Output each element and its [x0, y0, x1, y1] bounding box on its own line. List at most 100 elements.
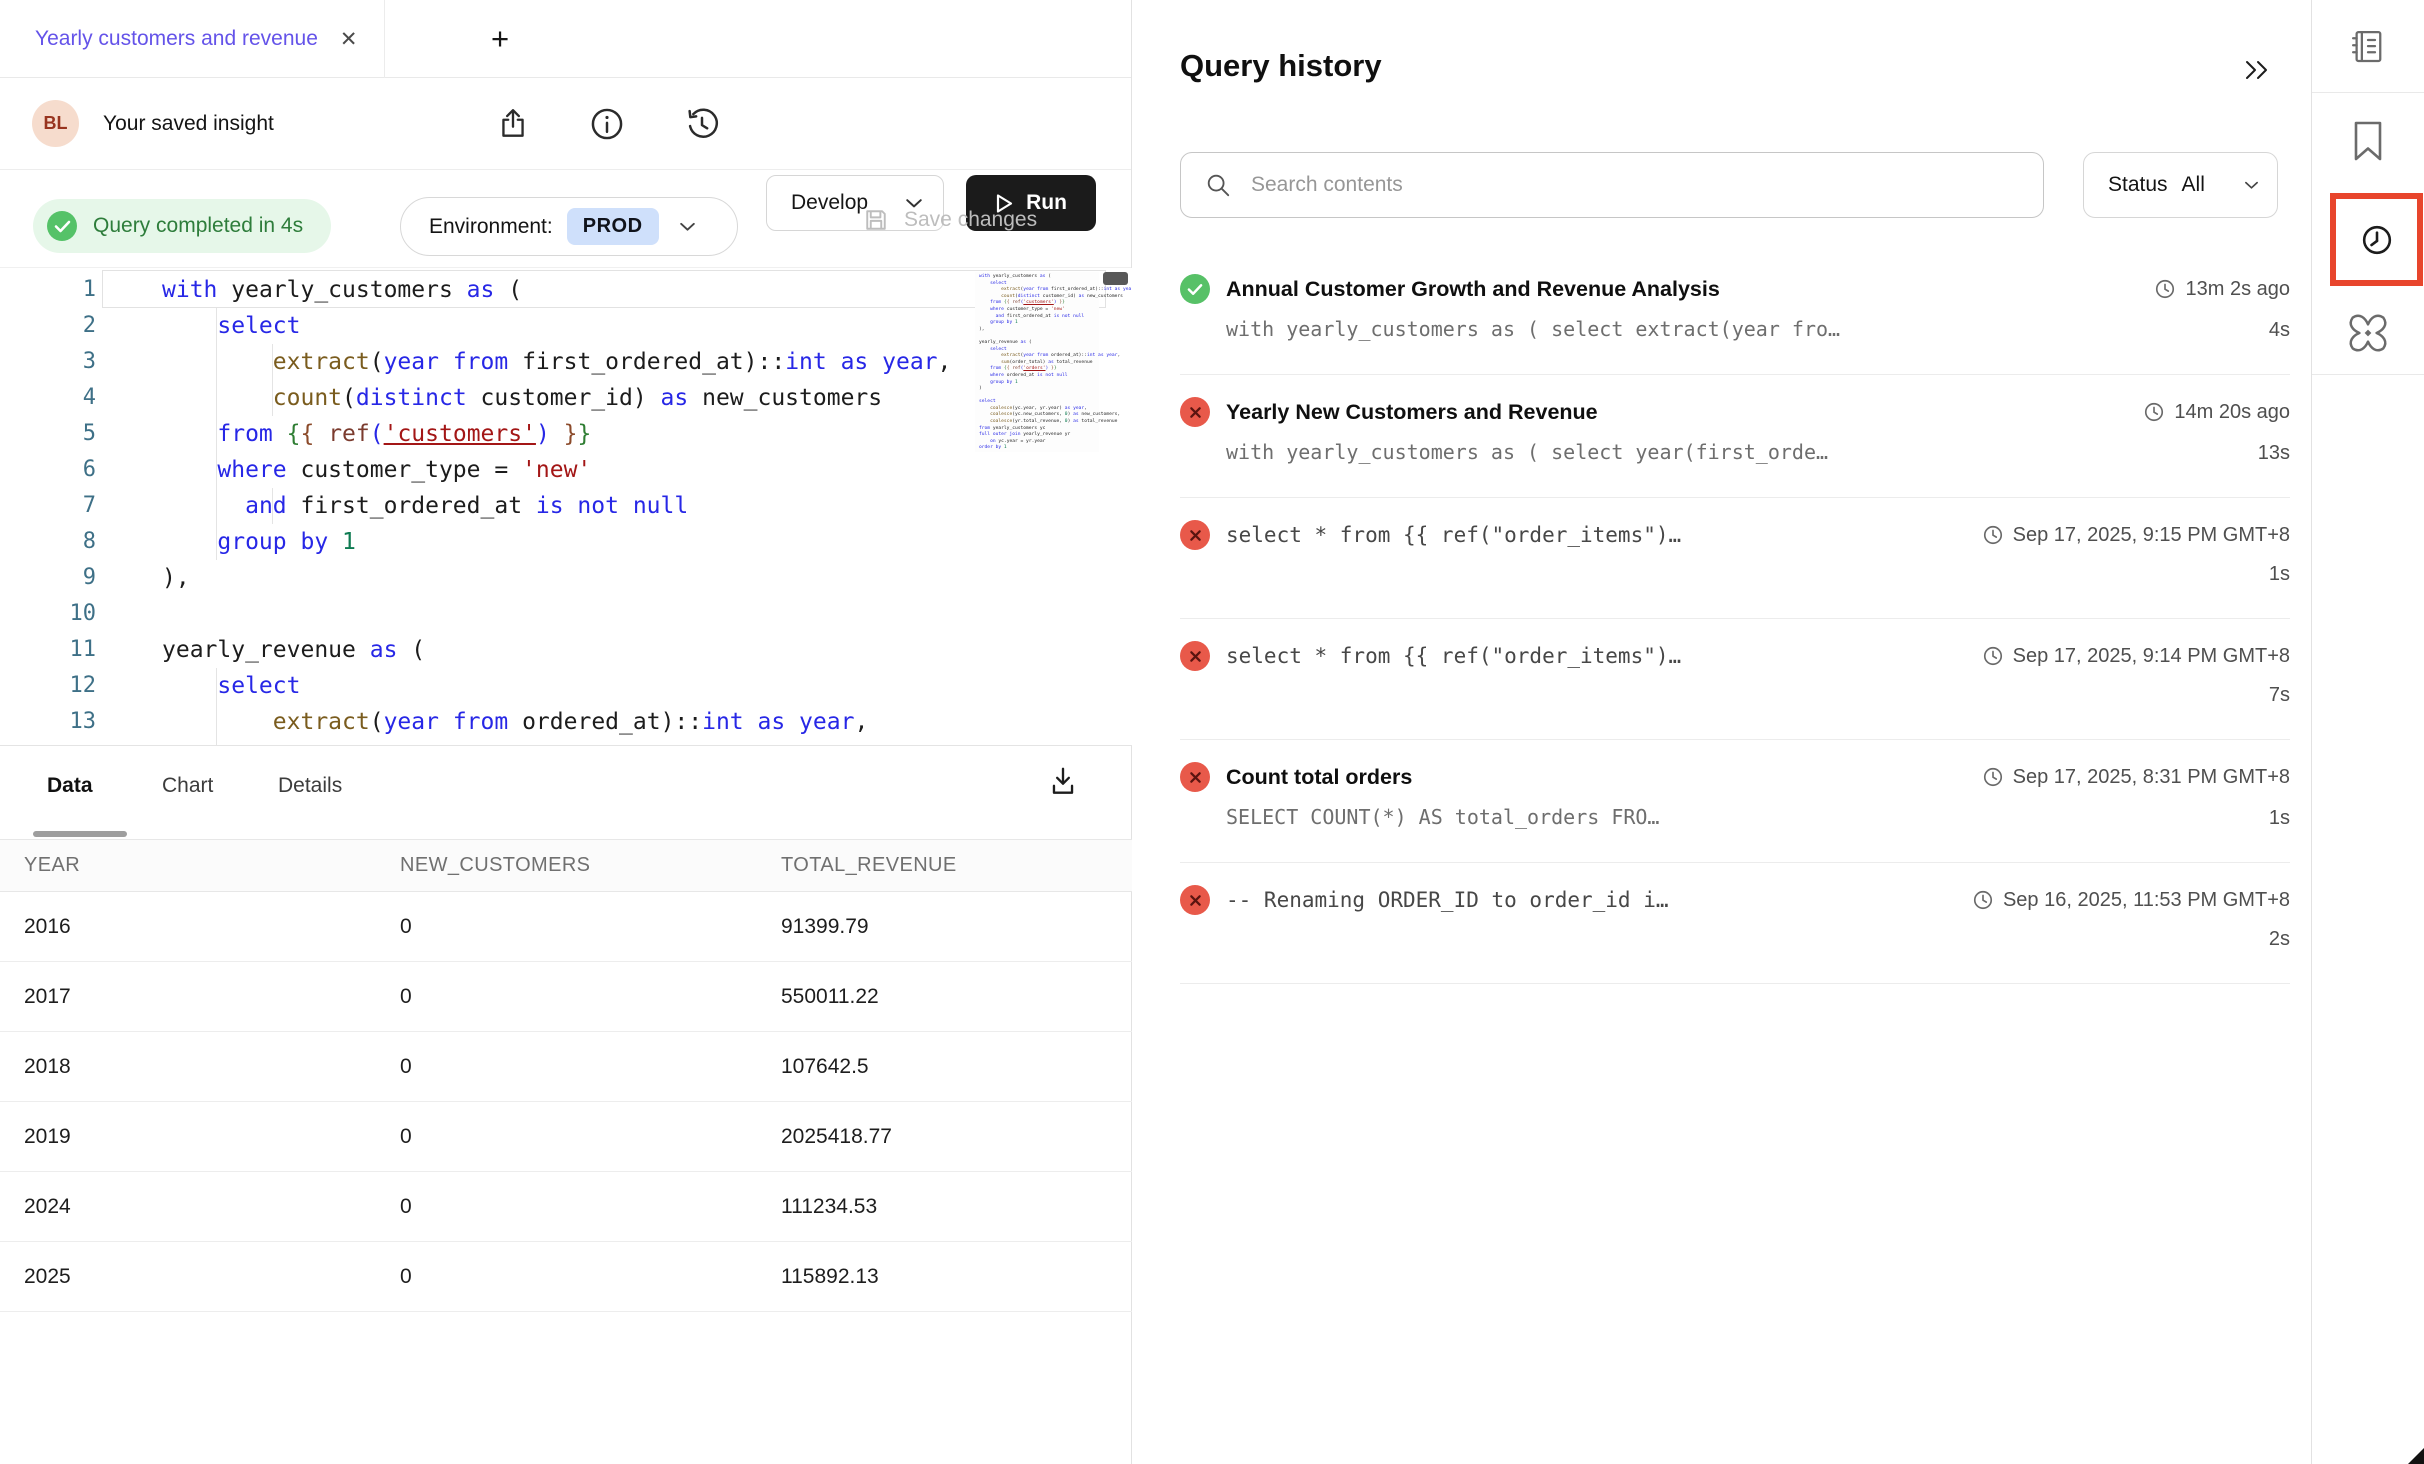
status-badge	[1180, 641, 1210, 671]
tab-bar: Yearly customers and revenue ✕ +	[0, 0, 1131, 78]
query-history-item[interactable]: Count total orders Sep 17, 2025, 8:31 PM…	[1180, 740, 2290, 863]
query-title: Annual Customer Growth and Revenue Analy…	[1226, 277, 2154, 302]
query-timestamp: Sep 17, 2025, 9:14 PM GMT+8	[1982, 645, 2290, 668]
table-cell: 2024	[24, 1195, 400, 1219]
active-tab-underline	[33, 831, 127, 837]
save-icon	[862, 206, 890, 234]
query-status-badge: Query completed in 4s	[33, 199, 331, 253]
search-input[interactable]	[1251, 173, 2025, 197]
table-row[interactable]: 201902025418.77	[0, 1102, 1132, 1172]
status-badge	[1180, 520, 1210, 550]
tab-chart[interactable]: Chart	[162, 774, 213, 798]
query-history-item[interactable]: Annual Customer Growth and Revenue Analy…	[1180, 252, 2290, 375]
error-x-icon	[1189, 406, 1202, 419]
status-badge	[1180, 274, 1210, 304]
error-x-icon	[1189, 650, 1202, 663]
bookmark-icon[interactable]	[2352, 120, 2384, 162]
query-history-tool-active[interactable]	[2330, 193, 2423, 286]
table-cell: 2016	[24, 915, 400, 939]
table-row[interactable]: 20170550011.22	[0, 962, 1132, 1032]
editor-scrollbar[interactable]	[1103, 272, 1128, 285]
search-box[interactable]	[1180, 152, 2044, 218]
results-tab-bar: Data Chart Details	[0, 746, 1132, 839]
table-cell: 0	[400, 985, 781, 1009]
chevron-down-icon	[2244, 180, 2259, 190]
query-duration: 1s	[2269, 807, 2290, 830]
check-icon	[1187, 283, 1203, 296]
success-check-icon	[47, 211, 77, 241]
tab-details[interactable]: Details	[278, 774, 342, 798]
table-cell: 107642.5	[781, 1055, 1132, 1079]
table-row[interactable]: 20180107642.5	[0, 1032, 1132, 1102]
query-title: Count total orders	[1226, 765, 1982, 790]
tab-close-icon[interactable]: ✕	[340, 27, 358, 52]
table-cell: 91399.79	[781, 915, 1132, 939]
table-cell: 0	[400, 915, 781, 939]
rail-divider	[2312, 374, 2424, 375]
sql-editor[interactable]: 1234567891011121314151617181920212223242…	[0, 268, 1132, 745]
query-history-item[interactable]: select * from {{ ref("order_items")… Sep…	[1180, 498, 2290, 619]
code-content[interactable]: with yearly_customers as ( select extrac…	[162, 272, 951, 745]
query-duration: 13s	[2258, 442, 2290, 465]
error-x-icon	[1189, 894, 1202, 907]
query-title: select * from {{ ref("order_items")…	[1226, 644, 1982, 668]
query-history-list: Annual Customer Growth and Revenue Analy…	[1180, 252, 2290, 984]
environment-selector[interactable]: Environment: PROD	[400, 197, 738, 256]
clock-icon	[2154, 278, 2176, 300]
tab-data[interactable]: Data	[47, 774, 93, 798]
table-cell: 2017	[24, 985, 400, 1009]
table-cell: 550011.22	[781, 985, 1132, 1009]
environment-label: Environment:	[429, 215, 553, 239]
query-snippet: with yearly_customers as ( select year(f…	[1226, 440, 2258, 464]
share-icon[interactable]	[496, 107, 530, 141]
clock-icon	[2355, 218, 2399, 262]
table-cell: 2025418.77	[781, 1125, 1132, 1149]
query-duration: 4s	[2269, 319, 2290, 342]
query-timestamp: Sep 17, 2025, 8:31 PM GMT+8	[1982, 766, 2290, 789]
table-row[interactable]: 20240111234.53	[0, 1172, 1132, 1242]
clock-icon	[1982, 524, 2004, 546]
new-tab-button[interactable]: +	[478, 0, 522, 78]
avatar: BL	[32, 100, 79, 147]
query-status-text: Query completed in 4s	[93, 214, 303, 238]
query-timestamp: 14m 20s ago	[2143, 401, 2290, 424]
status-filter-value: All	[2182, 173, 2230, 197]
column-header: TOTAL_REVENUE	[781, 854, 1132, 877]
status-badge	[1180, 762, 1210, 792]
query-title: Yearly New Customers and Revenue	[1226, 400, 2143, 425]
rail-divider	[2312, 92, 2424, 93]
query-snippet: with yearly_customers as ( select extrac…	[1226, 317, 2269, 341]
table-row[interactable]: 2016091399.79	[0, 892, 1132, 962]
table-cell: 2018	[24, 1055, 400, 1079]
query-timestamp: 13m 2s ago	[2154, 278, 2290, 301]
clock-icon	[1972, 889, 1994, 911]
status-badge	[1180, 397, 1210, 427]
download-icon[interactable]	[1046, 764, 1080, 798]
column-header: YEAR	[24, 854, 400, 877]
tab-yearly-customers[interactable]: Yearly customers and revenue ✕	[0, 0, 385, 78]
environment-value-badge: PROD	[567, 208, 659, 245]
table-cell: 111234.53	[781, 1195, 1132, 1219]
query-history-item[interactable]: -- Renaming ORDER_ID to order_id i… Sep …	[1180, 863, 2290, 984]
status-badge	[1180, 885, 1210, 915]
panel-title: Query history	[1180, 48, 1382, 84]
query-history-item[interactable]: Yearly New Customers and Revenue 14m 20s…	[1180, 375, 2290, 498]
collapse-panel-icon[interactable]	[2243, 58, 2273, 82]
query-timestamp: Sep 17, 2025, 9:15 PM GMT+8	[1982, 524, 2290, 547]
lineage-icon[interactable]	[2345, 310, 2391, 356]
table-body: 2016091399.7920170550011.2220180107642.5…	[0, 892, 1132, 1312]
notebook-icon[interactable]	[2347, 26, 2389, 68]
version-history-icon[interactable]	[684, 106, 720, 142]
query-history-item[interactable]: select * from {{ ref("order_items")… Sep…	[1180, 619, 2290, 740]
info-icon[interactable]	[589, 106, 625, 142]
table-row[interactable]: 20250115892.13	[0, 1242, 1132, 1312]
save-changes-button[interactable]: Save changes	[862, 206, 1037, 234]
column-header: NEW_CUSTOMERS	[400, 854, 781, 877]
chevron-down-icon	[679, 221, 696, 232]
error-x-icon	[1189, 771, 1202, 784]
query-title: select * from {{ ref("order_items")…	[1226, 523, 1982, 547]
clock-icon	[1982, 645, 2004, 667]
editor-minimap[interactable]: with yearly_customers as ( select extrac…	[975, 272, 1099, 452]
table-cell: 0	[400, 1055, 781, 1079]
status-filter-dropdown[interactable]: Status All	[2083, 152, 2278, 218]
